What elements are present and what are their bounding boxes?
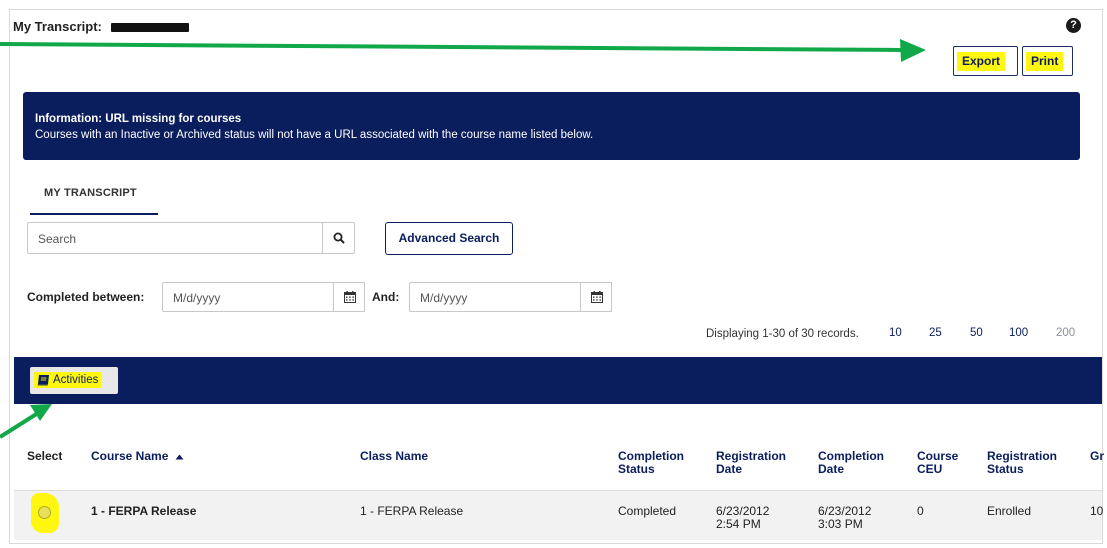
column-header-course-ceu[interactable]: Course CEU xyxy=(917,450,967,476)
from-calendar-button[interactable] xyxy=(333,282,365,312)
calendar-icon xyxy=(344,291,356,303)
export-button[interactable]: Export xyxy=(953,46,1018,76)
cell-completion-status: Completed xyxy=(618,504,677,518)
search-button[interactable] xyxy=(322,222,355,254)
column-header-registration-date[interactable]: Registration Date xyxy=(716,450,796,476)
print-label: Print xyxy=(1026,52,1064,71)
column-header-registration-status[interactable]: Registration Status xyxy=(987,450,1067,476)
search-input[interactable]: Search xyxy=(27,222,323,254)
page-size-200: 200 xyxy=(1056,327,1076,339)
activities-button[interactable]: Activities xyxy=(30,367,118,394)
advanced-search-button[interactable]: Advanced Search xyxy=(385,222,513,255)
cell-registration-status: Enrolled xyxy=(987,504,1032,518)
cell-registration-date: 6/23/2012 2:54 PM xyxy=(716,505,769,531)
page-size-25[interactable]: 25 xyxy=(929,327,942,339)
page-size-100[interactable]: 100 xyxy=(1009,327,1028,339)
page-size-50[interactable]: 50 xyxy=(970,327,983,339)
column-header-select: Select xyxy=(27,449,63,463)
print-button[interactable]: Print xyxy=(1022,46,1073,76)
cell-class-name: 1 - FERPA Release xyxy=(360,504,464,518)
info-title: Information: URL missing for courses xyxy=(35,113,242,125)
sort-ascending-icon xyxy=(175,454,184,460)
completed-from-field[interactable]: M/d/yyyy xyxy=(162,282,334,312)
tab-label: MY TRANSCRIPT xyxy=(44,187,137,199)
cell-grade: 10 xyxy=(1090,504,1104,518)
activities-toolbar xyxy=(14,357,1102,404)
completed-between-label: Completed between: xyxy=(27,290,145,304)
course-name-header-label: Course Name xyxy=(91,449,169,463)
records-count: Displaying 1-30 of 30 records. xyxy=(706,328,859,340)
search-placeholder: Search xyxy=(38,232,77,246)
and-label: And: xyxy=(372,290,400,304)
tab-my-transcript[interactable]: MY TRANSCRIPT xyxy=(30,181,158,215)
book-icon xyxy=(37,375,49,386)
registration-time-value: 2:54 PM xyxy=(716,517,761,531)
cell-course-ceu: 0 xyxy=(917,504,924,518)
cell-completion-date: 6/23/2012 3:03 PM xyxy=(818,505,871,531)
column-header-course-name[interactable]: Course Name xyxy=(91,450,184,463)
info-message: Courses with an Inactive or Archived sta… xyxy=(35,129,594,141)
completion-time-value: 3:03 PM xyxy=(818,517,863,531)
calendar-icon xyxy=(591,291,603,303)
export-label: Export xyxy=(957,52,1006,71)
help-icon[interactable]: ? xyxy=(1066,18,1081,33)
column-header-class-name[interactable]: Class Name xyxy=(360,450,428,463)
page-size-10[interactable]: 10 xyxy=(889,327,902,339)
column-header-completion-status[interactable]: Completion Status xyxy=(618,450,698,476)
redacted-name xyxy=(111,23,190,33)
to-placeholder: M/d/yyyy xyxy=(420,291,468,305)
cell-course-name[interactable]: 1 - FERPA Release xyxy=(91,505,196,518)
activities-label: Activities xyxy=(53,374,99,386)
info-banner: Information: URL missing for courses Cou… xyxy=(23,92,1080,160)
from-placeholder: M/d/yyyy xyxy=(173,291,221,305)
page-title: My Transcript: xyxy=(13,19,190,34)
search-icon xyxy=(333,232,345,244)
column-header-completion-date[interactable]: Completion Date xyxy=(818,450,898,476)
activities-highlight: Activities xyxy=(34,372,102,388)
column-header-grade[interactable]: Gr xyxy=(1090,450,1104,463)
row-select-radio[interactable] xyxy=(38,506,51,519)
to-calendar-button[interactable] xyxy=(580,282,612,312)
page-title-text: My Transcript: xyxy=(13,19,102,34)
completed-to-field[interactable]: M/d/yyyy xyxy=(409,282,581,312)
